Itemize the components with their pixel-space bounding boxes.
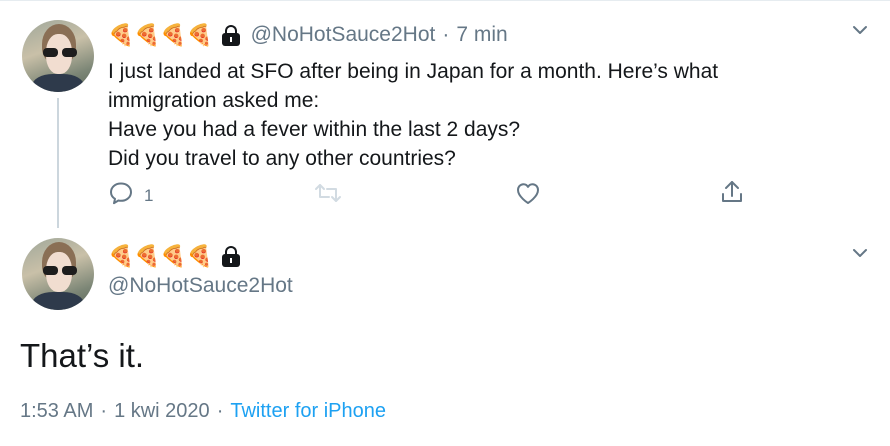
chevron-down-icon[interactable] [852,24,867,38]
tweet-text-line: I just landed at SFO after being in Japa… [108,60,719,83]
chevron-down-icon[interactable] [852,247,867,261]
retweet-icon [314,180,342,211]
tweet-text: That’s it. [20,337,145,374]
user-handle[interactable]: @NoHotSauce2Hot [251,23,436,47]
lock-icon [221,24,241,46]
tweet-header: 🍕🍕🍕🍕 [108,241,251,271]
tweet-header: 🍕🍕🍕🍕 @NoHotSauce2Hot · 7 min [108,20,508,50]
reply-count: 1 [144,185,154,205]
display-name-emoji[interactable]: 🍕🍕🍕🍕 [108,241,213,271]
lock-icon [221,245,241,267]
tweet-text-line: immigration asked me: [108,89,320,112]
reply-icon [108,180,134,211]
separator-dot: · [442,23,450,46]
separator-dot: · [100,400,108,422]
tweet-time[interactable]: 1:53 AM [20,400,93,423]
separator-dot: · [216,400,224,422]
display-name-emoji[interactable]: 🍕🍕🍕🍕 [108,20,213,50]
tweet-text-line: Have you had a fever within the last 2 d… [108,118,521,141]
tweet-text: I just landed at SFO after being in Japa… [108,57,868,173]
tweet-meta: 1:53 AM · 1 kwi 2020 · Twitter for iPhon… [20,400,386,423]
tweet-time[interactable]: 7 min [456,23,507,47]
like-icon [514,180,542,211]
tweet-actions: 1 [0,180,890,208]
tweet-source-link[interactable]: Twitter for iPhone [230,400,386,423]
retweet-button[interactable] [314,180,352,211]
user-handle[interactable]: @NoHotSauce2Hot [108,274,293,298]
share-button[interactable] [718,178,746,211]
avatar[interactable] [22,238,94,310]
reply-button[interactable]: 1 [108,180,153,211]
like-button[interactable] [514,180,552,211]
avatar[interactable] [22,20,94,92]
thread-line [57,98,59,228]
tweet-text-line: Did you travel to any other countries? [108,147,456,170]
tweet-date[interactable]: 1 kwi 2020 [114,400,210,423]
top-divider [0,0,890,1]
share-icon [718,178,746,211]
